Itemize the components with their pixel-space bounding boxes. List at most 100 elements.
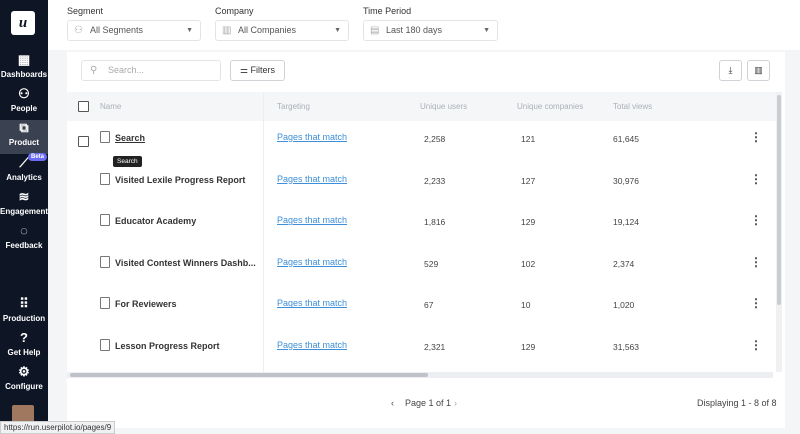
more-options-icon[interactable]: ⋮ [750, 338, 762, 352]
page-icon [100, 214, 110, 227]
segment-select[interactable]: ⚇ All Segments ▼ [67, 20, 201, 41]
unique-companies: 121 [521, 134, 536, 144]
unique-companies: 129 [521, 217, 536, 228]
sidebar-item-get-help[interactable]: ? Get Help [0, 330, 48, 364]
sidebar-item-people[interactable]: ⚇ People [0, 86, 48, 120]
status-bar-url: https://run.userpilot.io/pages/9 [0, 421, 116, 434]
download-icon: ⤓ [728, 65, 733, 75]
page-icon [100, 339, 110, 351]
pages-table-card: ⚲ Search... ⚌ Filters ⤓ ▥ Name Targeting … [67, 52, 785, 428]
total-views: 1,020 [613, 300, 635, 311]
grid-icon: ⠿ [19, 296, 29, 311]
sidebar-item-feedback[interactable]: ◌ Feedback [0, 223, 48, 257]
sidebar-item-label: Production [2, 314, 46, 323]
people-icon: ⚇ [18, 86, 30, 101]
sidebar-item-label: People [10, 104, 38, 113]
unique-companies: 127 [521, 175, 536, 186]
users-icon: ⚇ [74, 25, 83, 36]
more-options-icon[interactable]: ⋮ [750, 172, 762, 186]
unique-users: 67 [424, 300, 434, 311]
unique-users: 2,321 [424, 342, 446, 352]
sidebar-item-dashboards[interactable]: ▦ Dashboards [0, 52, 48, 86]
table-row[interactable]: Visited Contest Winners Dashb... Pages t… [67, 247, 777, 288]
sidebar-item-configure[interactable]: ⚙ Configure [0, 364, 48, 398]
sidebar-item-label: Dashboards [0, 70, 48, 79]
prev-page-button[interactable]: ‹ [391, 398, 394, 408]
table-row[interactable]: Search Pages that match 2,258 121 61,645… [67, 122, 777, 163]
page-name[interactable]: Educator Academy [115, 216, 196, 226]
table-header: Name Targeting Unique users Unique compa… [67, 92, 777, 121]
column-header-targeting[interactable]: Targeting [277, 102, 310, 111]
more-options-icon[interactable]: ⋮ [750, 130, 762, 144]
unique-users: 2,233 [424, 175, 446, 186]
search-icon: ⚲ [90, 65, 98, 76]
table-row[interactable]: Educator Academy Pages that match 1,816 … [67, 205, 777, 246]
total-views: 2,374 [613, 258, 635, 269]
calendar-icon: ▤ [370, 25, 380, 36]
page-name[interactable]: Visited Lexile Progress Report [115, 175, 245, 185]
page-indicator: Page 1 of 1 [405, 398, 452, 408]
filters-button[interactable]: ⚌ Filters [230, 60, 285, 81]
page-name[interactable]: Search [115, 133, 145, 143]
targeting-link[interactable]: Pages that match [277, 174, 347, 184]
sidebar-item-label: Product [8, 138, 40, 147]
next-page-button[interactable]: › [454, 398, 457, 408]
more-options-icon[interactable]: ⋮ [750, 213, 762, 227]
company-select[interactable]: ▥ All Companies ▼ [215, 20, 349, 41]
sidebar-item-engagement[interactable]: ≋ Engagement [0, 189, 48, 223]
period-select[interactable]: ▤ Last 180 days ▼ [363, 20, 498, 41]
table-row[interactable]: Lesson Progress Report Pages that match … [67, 330, 777, 371]
unique-users: 1,816 [424, 217, 446, 228]
app-logo[interactable]: u [11, 11, 35, 35]
dashboard-icon: ▦ [17, 52, 31, 67]
table-row[interactable]: For Reviewers Pages that match 67 10 1,0… [67, 288, 777, 329]
table-columns-icon: ▥ [754, 65, 763, 75]
beta-badge: Beta [28, 153, 48, 161]
sidebar-item-production[interactable]: ⠿ Production [0, 296, 48, 330]
column-header-unique-companies[interactable]: Unique companies [517, 102, 583, 111]
unique-companies: 10 [521, 300, 531, 311]
scrollbar-thumb[interactable] [70, 373, 428, 377]
chevron-down-icon: ▼ [186, 27, 193, 34]
page-icon [100, 131, 110, 143]
chevron-down-icon: ▼ [334, 27, 341, 34]
total-views: 19,124 [613, 217, 639, 228]
sidebar-item-label: Engagement [0, 207, 49, 216]
horizontal-scrollbar[interactable] [67, 372, 773, 378]
columns-button[interactable]: ▥ [747, 60, 770, 81]
more-options-icon[interactable]: ⋮ [750, 255, 762, 269]
sidebar-item-analytics[interactable]: ⟋ Beta Analytics [0, 153, 48, 189]
segment-label: Segment [67, 6, 104, 16]
vertical-scrollbar[interactable] [776, 92, 782, 372]
row-checkbox[interactable] [78, 136, 89, 147]
page-name[interactable]: Visited Contest Winners Dashb... [115, 258, 256, 268]
page-icon [100, 172, 110, 185]
sidebar-item-label: Get Help [7, 348, 41, 357]
chat-icon: ◌ [20, 223, 28, 238]
page-name[interactable]: Lesson Progress Report [115, 341, 220, 351]
targeting-link[interactable]: Pages that match [277, 298, 347, 308]
targeting-link[interactable]: Pages that match [277, 257, 347, 267]
gear-icon: ⚙ [18, 364, 30, 379]
total-views: 30,976 [613, 175, 639, 186]
page-icon [100, 255, 110, 268]
table-row[interactable]: Visited Lexile Progress Report Pages tha… [67, 164, 777, 205]
download-button[interactable]: ⤓ [719, 60, 742, 81]
more-options-icon[interactable]: ⋮ [750, 296, 762, 310]
page-name[interactable]: For Reviewers [115, 299, 177, 309]
sidebar: u ▦ Dashboards ⚇ People ⧉ Product ⟋ Beta… [0, 0, 48, 433]
column-header-unique-users[interactable]: Unique users [420, 102, 467, 111]
column-header-name[interactable]: Name [100, 102, 121, 111]
targeting-link[interactable]: Pages that match [277, 215, 347, 225]
page-icon [100, 297, 110, 310]
targeting-link[interactable]: Pages that match [277, 132, 347, 142]
filter-bar: Segment ⚇ All Segments ▼ Company ▥ All Comp… [48, 0, 800, 50]
select-all-checkbox[interactable] [78, 101, 89, 112]
tooltip: Search [113, 156, 142, 167]
column-header-total-views[interactable]: Total views [613, 102, 652, 111]
sidebar-item-product[interactable]: ⧉ Product [0, 120, 48, 154]
targeting-link[interactable]: Pages that match [277, 340, 347, 350]
scrollbar-thumb[interactable] [777, 95, 781, 305]
unique-companies: 129 [521, 342, 536, 352]
search-input[interactable]: ⚲ Search... [81, 60, 221, 81]
